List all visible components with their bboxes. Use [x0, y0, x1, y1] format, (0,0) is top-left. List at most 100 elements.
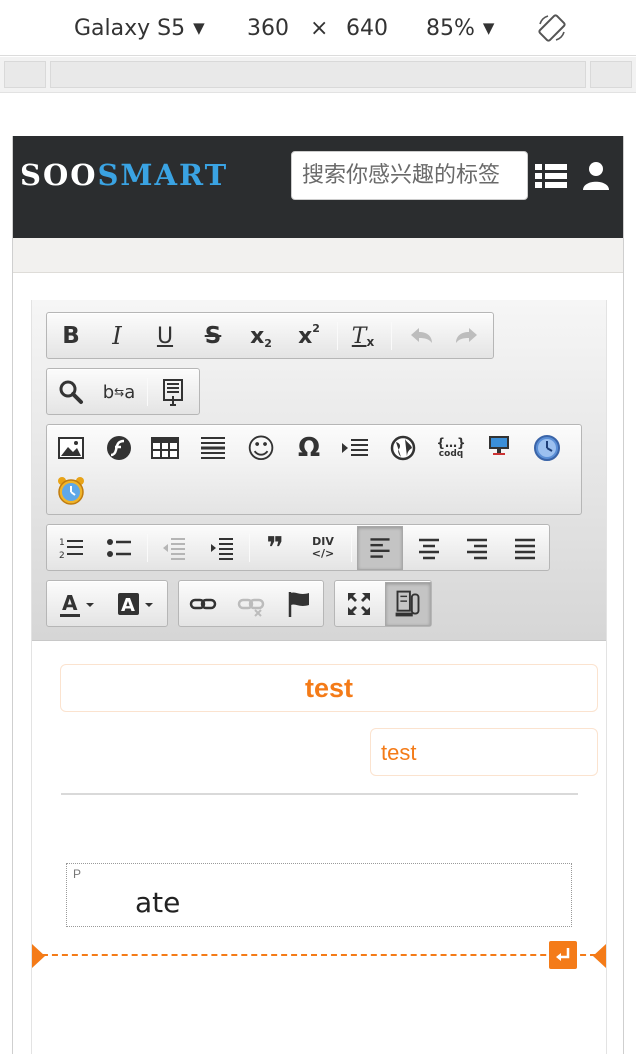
blockquote-button[interactable]: ❞: [257, 530, 293, 566]
heading-block[interactable]: test: [60, 664, 598, 712]
site-logo[interactable]: SOOSMART: [20, 158, 228, 192]
replace-glyph-a: a: [124, 381, 136, 403]
list-icon[interactable]: [534, 159, 568, 193]
svg-text:1: 1: [59, 538, 65, 548]
code-braces-glyph: {…}: [436, 436, 466, 450]
code-label-glyph: codq: [438, 449, 464, 459]
svg-text:A: A: [62, 591, 78, 615]
quote-icon: ❞: [266, 530, 284, 566]
select-all-icon[interactable]: [155, 374, 191, 410]
page-break-icon[interactable]: [337, 430, 373, 466]
globe-icon[interactable]: [385, 430, 421, 466]
unlink-icon[interactable]: [233, 586, 269, 622]
basic-styles-group: B I U S x2 x2 Tx: [46, 312, 494, 359]
show-blocks-icon[interactable]: [385, 582, 431, 626]
indent-icon[interactable]: [203, 530, 239, 566]
background-color-icon[interactable]: A: [111, 586, 161, 622]
superscript-mark: 2: [312, 321, 320, 335]
replace-glyph-b: b: [102, 381, 115, 403]
find-group: b ⇆ a: [46, 368, 200, 415]
undo-icon[interactable]: [403, 318, 439, 354]
strikethrough-button[interactable]: S: [195, 318, 231, 354]
italic-button[interactable]: I: [99, 318, 135, 354]
magic-line: [32, 954, 606, 956]
site-navbar: SOOSMART: [13, 136, 623, 238]
align-justify-icon[interactable]: [507, 530, 543, 566]
device-select[interactable]: Galaxy S5 ▼: [74, 14, 205, 45]
align-center-icon[interactable]: [411, 530, 447, 566]
media-query-segment[interactable]: [4, 61, 46, 88]
svg-text:2: 2: [59, 551, 65, 561]
colors-group: A A: [46, 580, 168, 627]
link-icon[interactable]: [185, 586, 221, 622]
caret-down-icon: ▼: [193, 19, 205, 37]
subscript-glyph: x: [250, 323, 265, 349]
smiley-icon[interactable]: ☺: [243, 430, 279, 466]
paragraph-block[interactable]: P ate: [66, 863, 572, 927]
media-query-segment[interactable]: [50, 61, 586, 88]
return-arrow-icon: [556, 948, 570, 961]
view-group: [334, 580, 432, 627]
editor-toolbar: B I U S x2 x2 Tx b ⇆ a ☺ Ω {…} codq 1 2 …: [32, 300, 606, 641]
table-icon[interactable]: [147, 430, 183, 466]
subheading-block[interactable]: test: [370, 728, 598, 776]
outdent-icon[interactable]: [155, 530, 191, 566]
subscript-mark: 2: [264, 336, 272, 350]
redo-icon[interactable]: [449, 318, 485, 354]
special-char-icon[interactable]: Ω: [291, 430, 327, 466]
links-group: [178, 580, 324, 627]
remove-format-button[interactable]: Tx: [345, 318, 381, 354]
zoom-value: 85%: [426, 16, 475, 41]
zoom-select[interactable]: 85% ▼: [426, 14, 494, 45]
device-name: Galaxy S5: [74, 16, 186, 41]
replace-button[interactable]: b ⇆ a: [101, 374, 137, 410]
user-icon[interactable]: [579, 159, 613, 193]
align-right-icon[interactable]: [459, 530, 495, 566]
image-icon[interactable]: [53, 430, 89, 466]
code-tag-glyph: </>: [311, 547, 335, 560]
align-left-icon[interactable]: [357, 526, 403, 570]
superscript-button[interactable]: x2: [291, 318, 327, 354]
code-snippet-button[interactable]: {…} codq: [433, 430, 469, 466]
device-viewport: SOOSMART B I U S x2 x2: [12, 136, 624, 1054]
viewport-height[interactable]: 640: [346, 14, 388, 44]
logo-text-accent: SMART: [97, 158, 229, 192]
editor-content[interactable]: test test P ate: [32, 642, 606, 1054]
flash-icon[interactable]: [101, 430, 137, 466]
insert-group: ☺ Ω {…} codq: [46, 424, 582, 515]
maximize-icon[interactable]: [341, 586, 377, 622]
toolbar-separator: [147, 534, 148, 562]
numbered-list-icon[interactable]: 1 2: [53, 530, 89, 566]
paragraph-text: ate: [135, 886, 181, 919]
superscript-glyph: x: [298, 323, 313, 349]
insert-paragraph-button[interactable]: [549, 941, 577, 969]
text-color-icon[interactable]: A: [53, 586, 103, 622]
paragraph-group: 1 2 ❞ DIV </>: [46, 524, 550, 571]
viewport-width[interactable]: 360: [247, 14, 289, 44]
create-div-button[interactable]: DIV </>: [305, 530, 341, 566]
bold-button[interactable]: B: [53, 318, 89, 354]
clock-icon[interactable]: [529, 430, 565, 466]
remove-format-mark: x: [366, 335, 375, 349]
anchor-flag-icon[interactable]: [281, 586, 317, 622]
times-sign: ×: [310, 16, 329, 41]
bulleted-list-icon[interactable]: [101, 530, 137, 566]
horizontal-rule-icon[interactable]: [195, 430, 231, 466]
underline-button[interactable]: U: [147, 318, 183, 354]
sub-header-bar: [13, 238, 623, 273]
logo-text: SOO: [20, 158, 98, 192]
block-tag-label: P: [73, 867, 82, 881]
find-icon[interactable]: [53, 374, 89, 410]
media-query-bar: [0, 57, 636, 93]
alarm-clock-icon[interactable]: [53, 473, 89, 509]
rotate-icon[interactable]: [537, 13, 567, 43]
media-query-segment[interactable]: [590, 61, 632, 88]
monitor-icon[interactable]: [481, 430, 517, 466]
toolbar-separator: [337, 322, 338, 350]
toolbar-separator: [147, 378, 148, 406]
caret-down-icon: ▼: [482, 19, 495, 37]
svg-text:A: A: [121, 595, 135, 616]
subscript-button[interactable]: x2: [243, 318, 279, 354]
toolbar-separator: [391, 322, 392, 350]
tag-search-input[interactable]: [291, 151, 528, 200]
